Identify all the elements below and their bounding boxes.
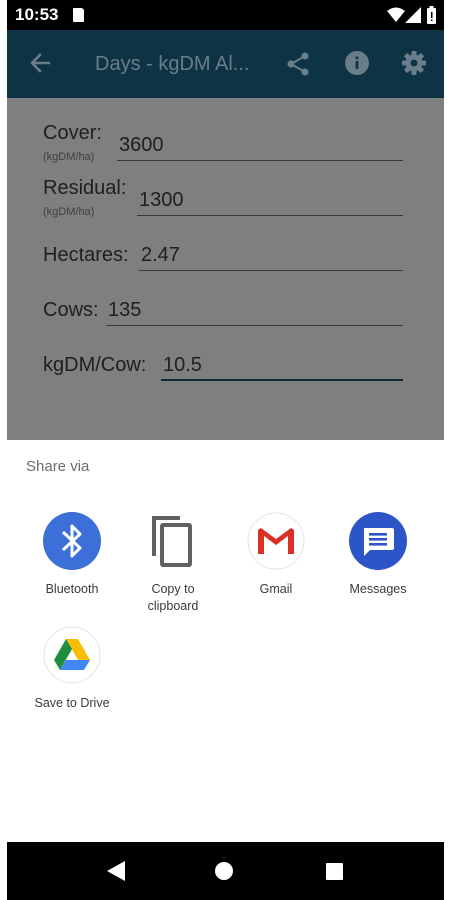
share-sheet-title: Share via (26, 458, 90, 475)
signal-icon (405, 7, 421, 23)
toolbar: Days - kgDM Al... (7, 30, 444, 98)
bluetooth-label: Bluetooth (45, 582, 99, 596)
nav-recents-icon[interactable] (326, 863, 343, 880)
drive-label: Save to Drive (34, 696, 110, 710)
nav-back-icon[interactable] (107, 861, 125, 881)
residual-input[interactable]: 1300 (137, 187, 403, 216)
battery-icon (427, 6, 436, 24)
gmail-label: Gmail (259, 582, 293, 596)
residual-label: Residual: (43, 177, 127, 199)
form-area: Cover: (kgDM/ha) 3600 Residual: (kgDM/ha… (7, 98, 444, 440)
settings-icon[interactable] (402, 51, 426, 75)
share-target-copy[interactable]: Copy to clipboard (118, 512, 228, 615)
share-target-gmail[interactable]: Gmail (221, 512, 331, 598)
info-icon[interactable] (345, 51, 369, 75)
cows-input[interactable]: 135 (106, 297, 403, 326)
nav-home-icon[interactable] (215, 862, 233, 880)
messages-label: Messages (349, 582, 407, 596)
hectares-label: Hectares: (43, 244, 129, 266)
share-target-messages[interactable]: Messages (323, 512, 433, 598)
back-arrow-icon[interactable] (29, 52, 51, 74)
app-frame: 10:53 Days - kgDM Al... Cover: (kgDM/ha)… (7, 0, 444, 900)
kgdm-cow-label: kgDM/Cow: (43, 354, 147, 376)
kgdm-cow-input[interactable]: 10.5 (161, 352, 403, 381)
bluetooth-icon (43, 512, 101, 570)
share-sheet: Share via Bluetooth Copy to clipboard Gm… (7, 440, 444, 842)
status-time: 10:53 (15, 5, 59, 24)
nav-bar (7, 842, 444, 900)
messages-icon (349, 512, 407, 570)
status-bar: 10:53 (7, 0, 444, 30)
cover-input[interactable]: 3600 (117, 132, 403, 161)
cover-label: Cover: (43, 122, 102, 144)
residual-unit: (kgDM/ha) (43, 206, 95, 218)
toolbar-title: Days - kgDM Al... (95, 53, 250, 75)
hectares-input[interactable]: 2.47 (139, 242, 403, 271)
share-target-bluetooth[interactable]: Bluetooth (17, 512, 127, 598)
copy-label: Copy to clipboard (147, 582, 199, 613)
cows-label: Cows: (43, 299, 99, 321)
gmail-icon (247, 512, 305, 570)
share-icon[interactable] (287, 52, 309, 76)
cover-unit: (kgDM/ha) (43, 151, 95, 163)
drive-icon (43, 626, 101, 684)
wifi-icon (387, 7, 405, 22)
share-target-drive[interactable]: Save to Drive (17, 626, 127, 712)
sd-card-icon (73, 8, 84, 22)
copy-icon (144, 512, 202, 570)
